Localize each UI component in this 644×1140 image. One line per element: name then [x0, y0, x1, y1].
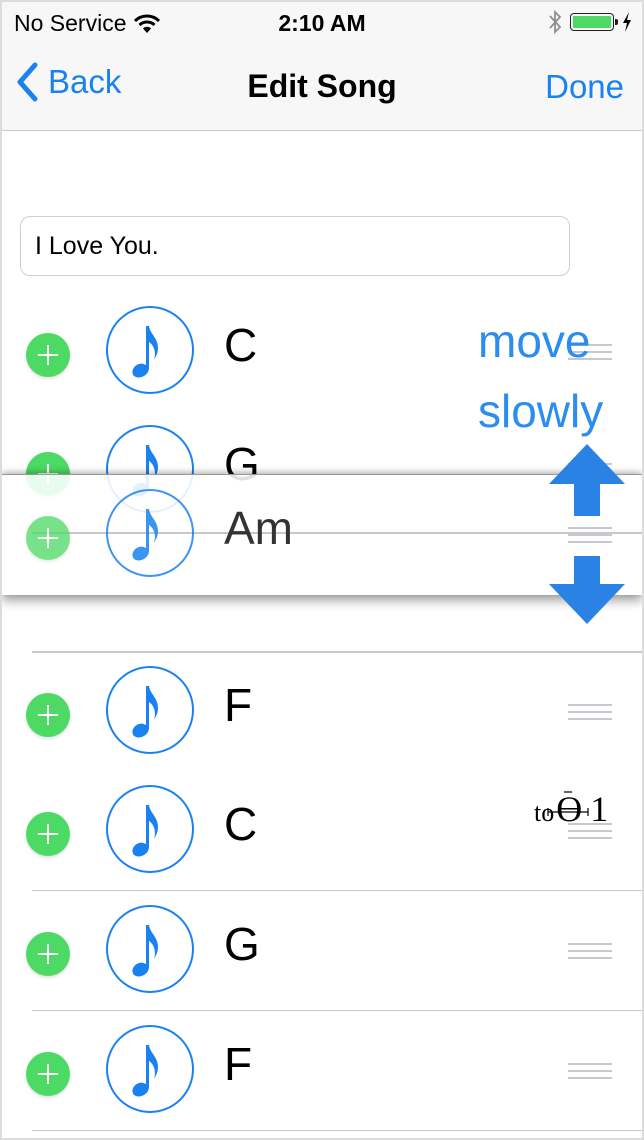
chevron-left-icon: [17, 62, 38, 102]
back-button[interactable]: Back: [16, 62, 121, 102]
chord-name: C: [224, 798, 258, 850]
song-title-input[interactable]: [20, 216, 570, 276]
music-note-icon: [106, 905, 194, 993]
status-time: 2:10 AM: [278, 10, 366, 36]
chord-row[interactable]: F: [2, 652, 642, 772]
status-bar: No Service 2:10 AM: [2, 2, 642, 44]
battery-fill: [573, 16, 611, 28]
crosshair-target-icon: ϴ: [547, 788, 589, 830]
battery-tip: [615, 19, 618, 25]
reorder-handle-icon[interactable]: [568, 704, 612, 720]
chord-name: G: [224, 918, 260, 970]
plus-circle-icon[interactable]: [26, 1052, 70, 1096]
crosshair-icon: [547, 791, 589, 816]
chord-name: Am: [224, 502, 293, 554]
arrow-up-icon[interactable]: [547, 444, 627, 516]
chord-name: F: [224, 1038, 253, 1090]
reorder-handle-icon[interactable]: [568, 943, 612, 959]
music-note-icon: [106, 489, 194, 577]
done-button[interactable]: Done: [545, 68, 624, 106]
reorder-handle-icon[interactable]: [568, 1063, 612, 1079]
plus-circle-icon[interactable]: [26, 693, 70, 737]
reorder-handle-icon[interactable]: [568, 344, 612, 360]
chord-name: F: [224, 679, 253, 731]
reorder-handle-icon[interactable]: [568, 527, 612, 543]
bluetooth-icon: [549, 10, 562, 34]
dragged-chord-row[interactable]: Am: [2, 474, 642, 595]
music-note-icon: [106, 1025, 194, 1113]
edit-song-screen: No Service 2:10 AM Back Edit Song Done I…: [2, 2, 642, 1138]
arrow-down-icon[interactable]: [547, 556, 627, 626]
plus-circle-icon[interactable]: [26, 516, 70, 560]
chord-row[interactable]: G: [2, 891, 642, 1011]
drop-target-label: to ϴ 1: [534, 788, 608, 830]
chord-name: C: [224, 319, 258, 371]
row-separator: [32, 1129, 642, 1131]
chord-row[interactable]: F: [2, 1011, 642, 1131]
back-label: Back: [48, 63, 122, 100]
row-separator: [32, 651, 642, 653]
status-right: [548, 10, 632, 34]
target-index: 1: [590, 789, 609, 829]
music-note-icon: [106, 785, 194, 873]
chord-row[interactable]: C: [2, 292, 642, 412]
battery-icon: [570, 13, 618, 31]
plus-circle-icon[interactable]: [26, 333, 70, 377]
music-note-icon: [106, 666, 194, 754]
navigation-bar: Back Edit Song Done: [2, 44, 642, 131]
plus-circle-icon[interactable]: [26, 812, 70, 856]
plus-circle-icon[interactable]: [26, 932, 70, 976]
music-note-icon: [106, 306, 194, 394]
charging-bolt-icon: [623, 12, 631, 32]
